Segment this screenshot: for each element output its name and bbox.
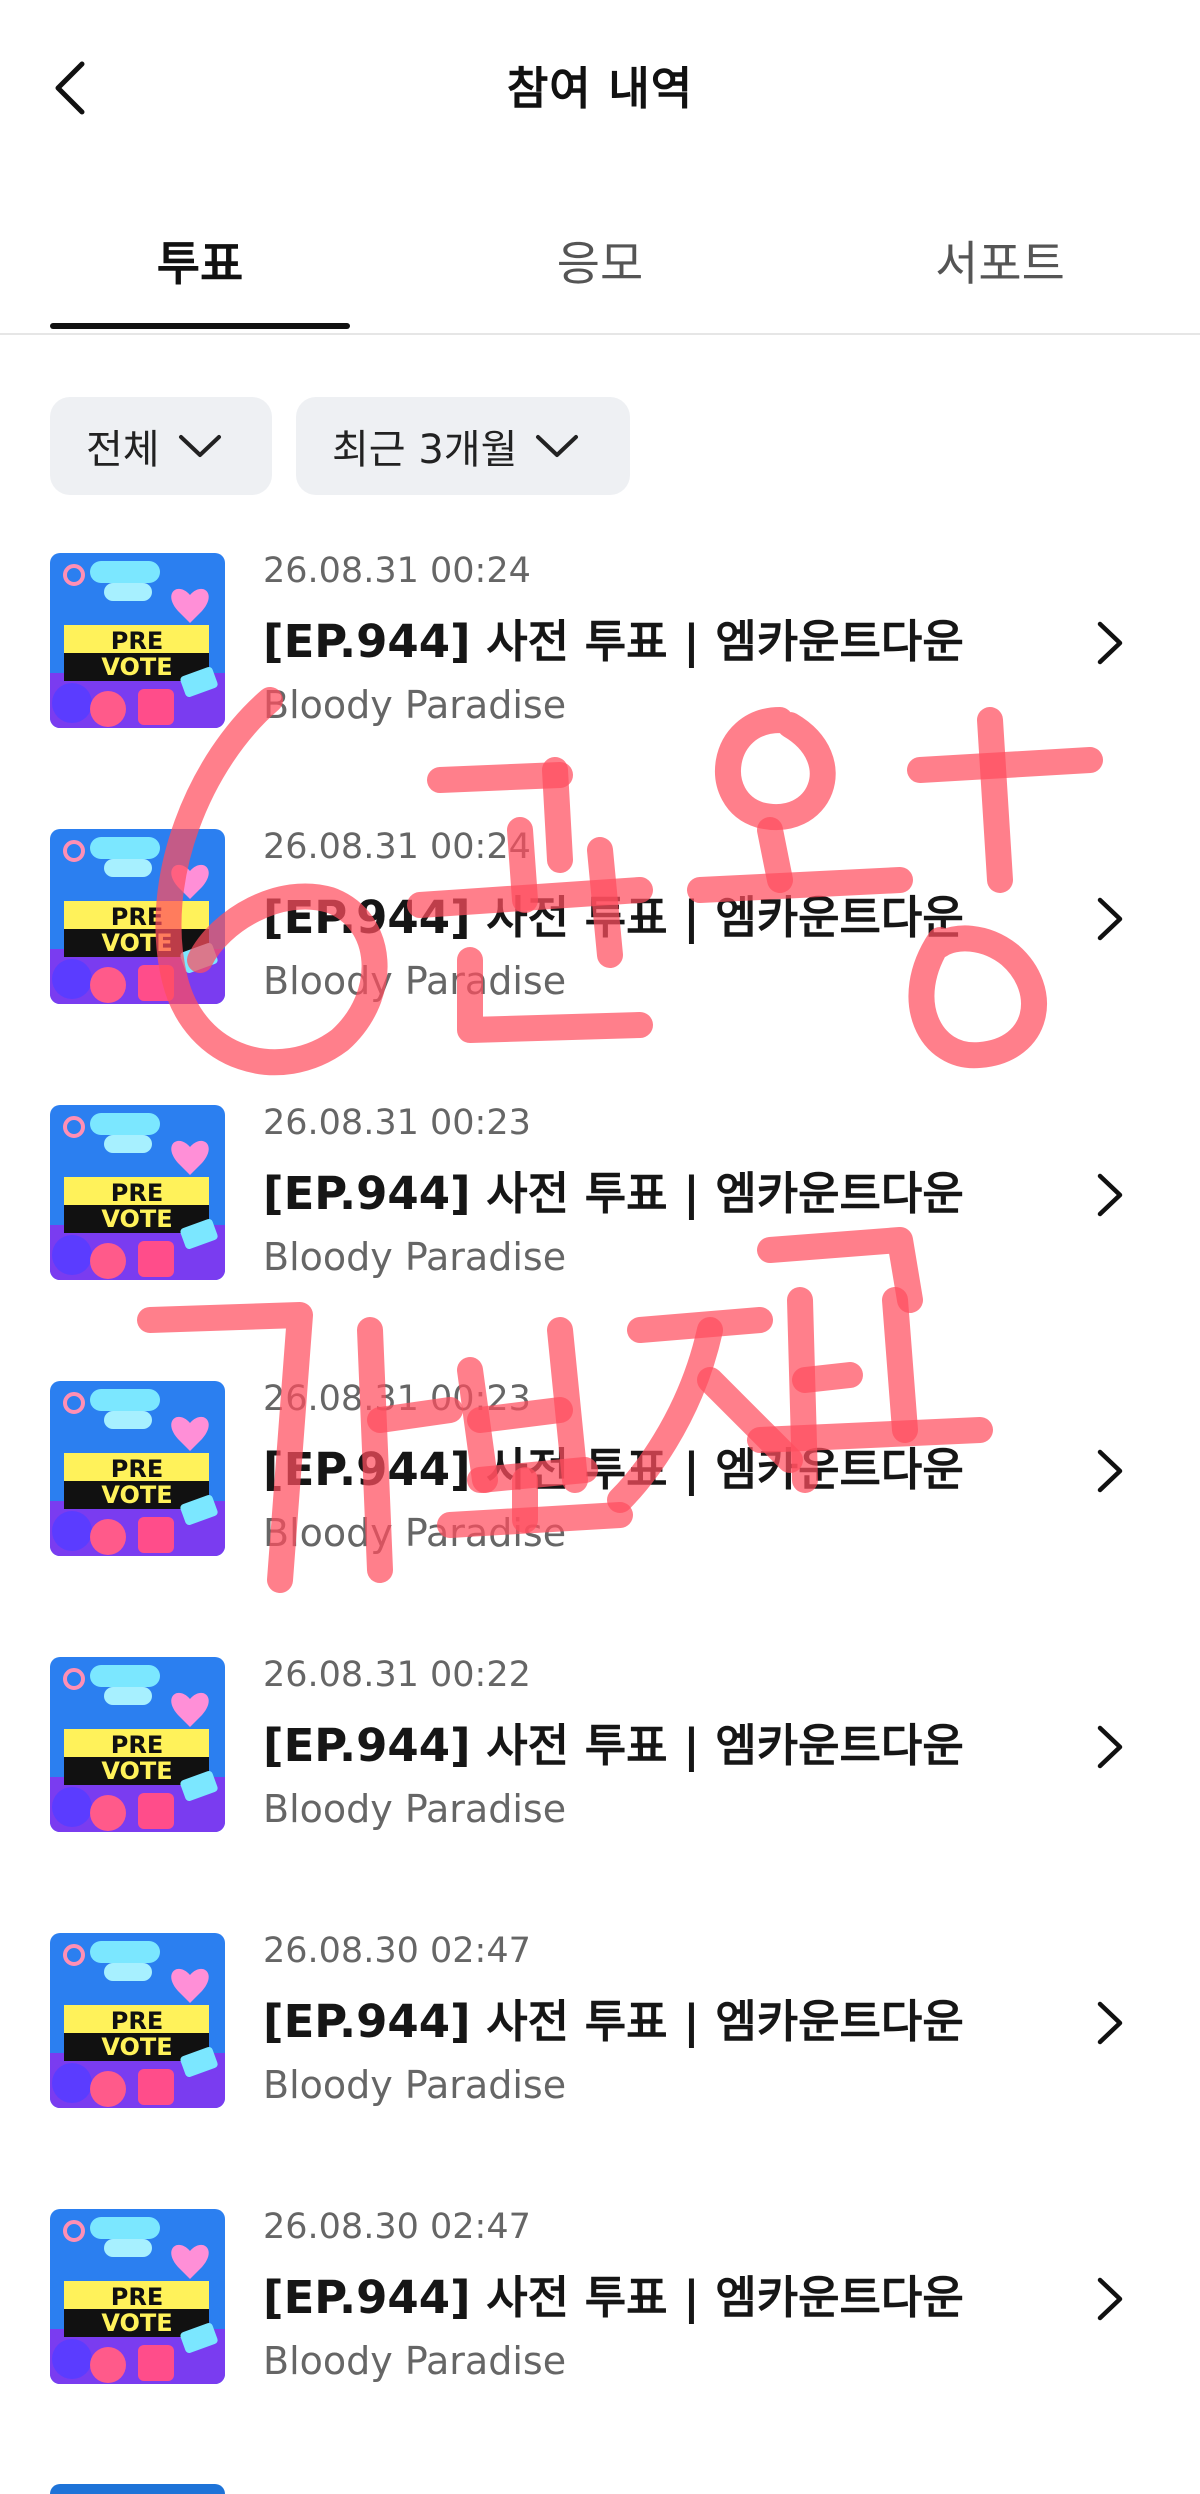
item-subtitle: Bloody Paradise bbox=[263, 1235, 567, 1279]
list-item-thumbnail: PRE VOTE bbox=[50, 2209, 225, 2384]
item-detail-arrow[interactable] bbox=[1090, 618, 1130, 668]
thumbnail-pre-text: PRE bbox=[111, 2007, 163, 2035]
chevron-right-icon bbox=[1097, 1725, 1123, 1769]
list-item[interactable]: PRE VOTE 26.08.30 02:47 [EP.944] 사전 투표 |… bbox=[0, 1931, 1200, 2173]
item-title: [EP.944] 사전 투표 | 엠카운트다운 bbox=[263, 615, 964, 668]
chevron-down-icon bbox=[535, 433, 579, 459]
chevron-right-icon bbox=[1097, 2001, 1123, 2045]
filter-type-dropdown[interactable]: 전체 bbox=[50, 397, 272, 495]
thumbnail-vote-text: VOTE bbox=[101, 2309, 172, 2337]
item-date: 26.08.31 00:23 bbox=[263, 1379, 531, 1419]
item-title: [EP.944] 사전 투표 | 엠카운트다운 bbox=[263, 1719, 964, 1772]
tab-bar: 투표 응모 서포트 bbox=[0, 195, 1200, 335]
item-subtitle: Bloody Paradise bbox=[263, 2063, 567, 2107]
item-title: [EP.944] 사전 투표 | 엠카운트다운 bbox=[263, 1167, 964, 1220]
item-title: [EP.944] 사전 투표 | 엠카운트다운 bbox=[263, 891, 964, 944]
list-item[interactable]: PRE VOTE 26.08.31 00:23 [EP.944] 사전 투표 |… bbox=[0, 1103, 1200, 1345]
list-item-thumbnail bbox=[50, 2484, 225, 2494]
chevron-right-icon bbox=[1097, 621, 1123, 665]
thumbnail-vote-text: VOTE bbox=[101, 1205, 172, 1233]
item-date: 26.08.30 02:47 bbox=[263, 1931, 531, 1971]
list-item-thumbnail: PRE VOTE bbox=[50, 1381, 225, 1556]
chevron-right-icon bbox=[1097, 897, 1123, 941]
list-item[interactable]: PRE VOTE 26.08.31 00:24 [EP.944] 사전 투표 |… bbox=[0, 551, 1200, 793]
chevron-down-icon bbox=[178, 433, 222, 459]
item-subtitle: Bloody Paradise bbox=[263, 1787, 567, 1831]
item-subtitle: Bloody Paradise bbox=[263, 683, 567, 727]
item-detail-arrow[interactable] bbox=[1090, 894, 1130, 944]
item-date: 26.08.30 02:47 bbox=[263, 2207, 531, 2247]
item-detail-arrow[interactable] bbox=[1090, 1446, 1130, 1496]
pre-vote-thumbnail-art: PRE VOTE bbox=[50, 1105, 225, 1280]
filter-period-dropdown[interactable]: 최근 3개월 bbox=[296, 397, 630, 495]
list-item[interactable]: PRE VOTE 26.08.31 00:23 [EP.944] 사전 투표 |… bbox=[0, 1379, 1200, 1621]
list-item-thumbnail: PRE VOTE bbox=[50, 1105, 225, 1280]
thumbnail-vote-text: VOTE bbox=[101, 1481, 172, 1509]
list-item[interactable]: PRE VOTE 26.08.30 02:47 [EP.944] 사전 투표 |… bbox=[0, 2207, 1200, 2449]
list-item[interactable]: PRE VOTE 26.08.31 00:22 [EP.944] 사전 투표 |… bbox=[0, 1655, 1200, 1897]
thumbnail-vote-text: VOTE bbox=[101, 1757, 172, 1785]
tab-entry[interactable]: 응모 bbox=[400, 225, 800, 294]
header-bar: 참여 내역 bbox=[0, 0, 1200, 175]
thumbnail-pre-text: PRE bbox=[111, 1731, 163, 1759]
filter-type-label: 전체 bbox=[86, 427, 160, 473]
chevron-right-icon bbox=[1097, 1449, 1123, 1493]
item-detail-arrow[interactable] bbox=[1090, 1170, 1130, 1220]
item-date: 26.08.31 00:23 bbox=[263, 1103, 531, 1143]
list-item-thumbnail: PRE VOTE bbox=[50, 553, 225, 728]
item-detail-arrow[interactable] bbox=[1090, 1998, 1130, 2048]
tab-support[interactable]: 서포트 bbox=[800, 225, 1200, 294]
list-item[interactable]: PRE VOTE 26.08.31 00:24 [EP.944] 사전 투표 |… bbox=[0, 827, 1200, 1069]
list-item-thumbnail: PRE VOTE bbox=[50, 1657, 225, 1832]
filter-period-label: 최근 3개월 bbox=[332, 427, 518, 473]
item-subtitle: Bloody Paradise bbox=[263, 1511, 567, 1555]
pre-vote-thumbnail-art: PRE VOTE bbox=[50, 1933, 225, 2108]
item-title: [EP.944] 사전 투표 | 엠카운트다운 bbox=[263, 1995, 964, 2048]
list-item-thumbnail: PRE VOTE bbox=[50, 1933, 225, 2108]
item-subtitle: Bloody Paradise bbox=[263, 959, 567, 1003]
tab-vote[interactable]: 투표 bbox=[0, 225, 400, 294]
item-detail-arrow[interactable] bbox=[1090, 2274, 1130, 2324]
item-title: [EP.944] 사전 투표 | 엠카운트다운 bbox=[263, 1443, 964, 1496]
item-date: 26.08.31 00:24 bbox=[263, 551, 531, 591]
thumbnail-pre-text: PRE bbox=[111, 903, 163, 931]
thumbnail-vote-text: VOTE bbox=[101, 653, 172, 681]
item-date: 26.08.31 00:22 bbox=[263, 1655, 531, 1695]
thumbnail-pre-text: PRE bbox=[111, 1179, 163, 1207]
pre-vote-thumbnail-art: PRE VOTE bbox=[50, 829, 225, 1004]
thumbnail-pre-text: PRE bbox=[111, 627, 163, 655]
item-date: 26.08.31 00:24 bbox=[263, 827, 531, 867]
chevron-right-icon bbox=[1097, 2277, 1123, 2321]
item-detail-arrow[interactable] bbox=[1090, 1722, 1130, 1772]
list-item-thumbnail: PRE VOTE bbox=[50, 829, 225, 1004]
item-subtitle: Bloody Paradise bbox=[263, 2339, 567, 2383]
pre-vote-thumbnail-art: PRE VOTE bbox=[50, 2209, 225, 2384]
pre-vote-thumbnail-art: PRE VOTE bbox=[50, 553, 225, 728]
page-title: 참여 내역 bbox=[506, 62, 694, 115]
active-tab-indicator bbox=[50, 323, 350, 329]
pre-vote-thumbnail-art: PRE VOTE bbox=[50, 1657, 225, 1832]
item-title: [EP.944] 사전 투표 | 엠카운트다운 bbox=[263, 2271, 964, 2324]
chevron-right-icon bbox=[1097, 1173, 1123, 1217]
thumbnail-vote-text: VOTE bbox=[101, 929, 172, 957]
thumbnail-pre-text: PRE bbox=[111, 2283, 163, 2311]
thumbnail-pre-text: PRE bbox=[111, 1455, 163, 1483]
pre-vote-thumbnail-art: PRE VOTE bbox=[50, 1381, 225, 1556]
thumbnail-vote-text: VOTE bbox=[101, 2033, 172, 2061]
